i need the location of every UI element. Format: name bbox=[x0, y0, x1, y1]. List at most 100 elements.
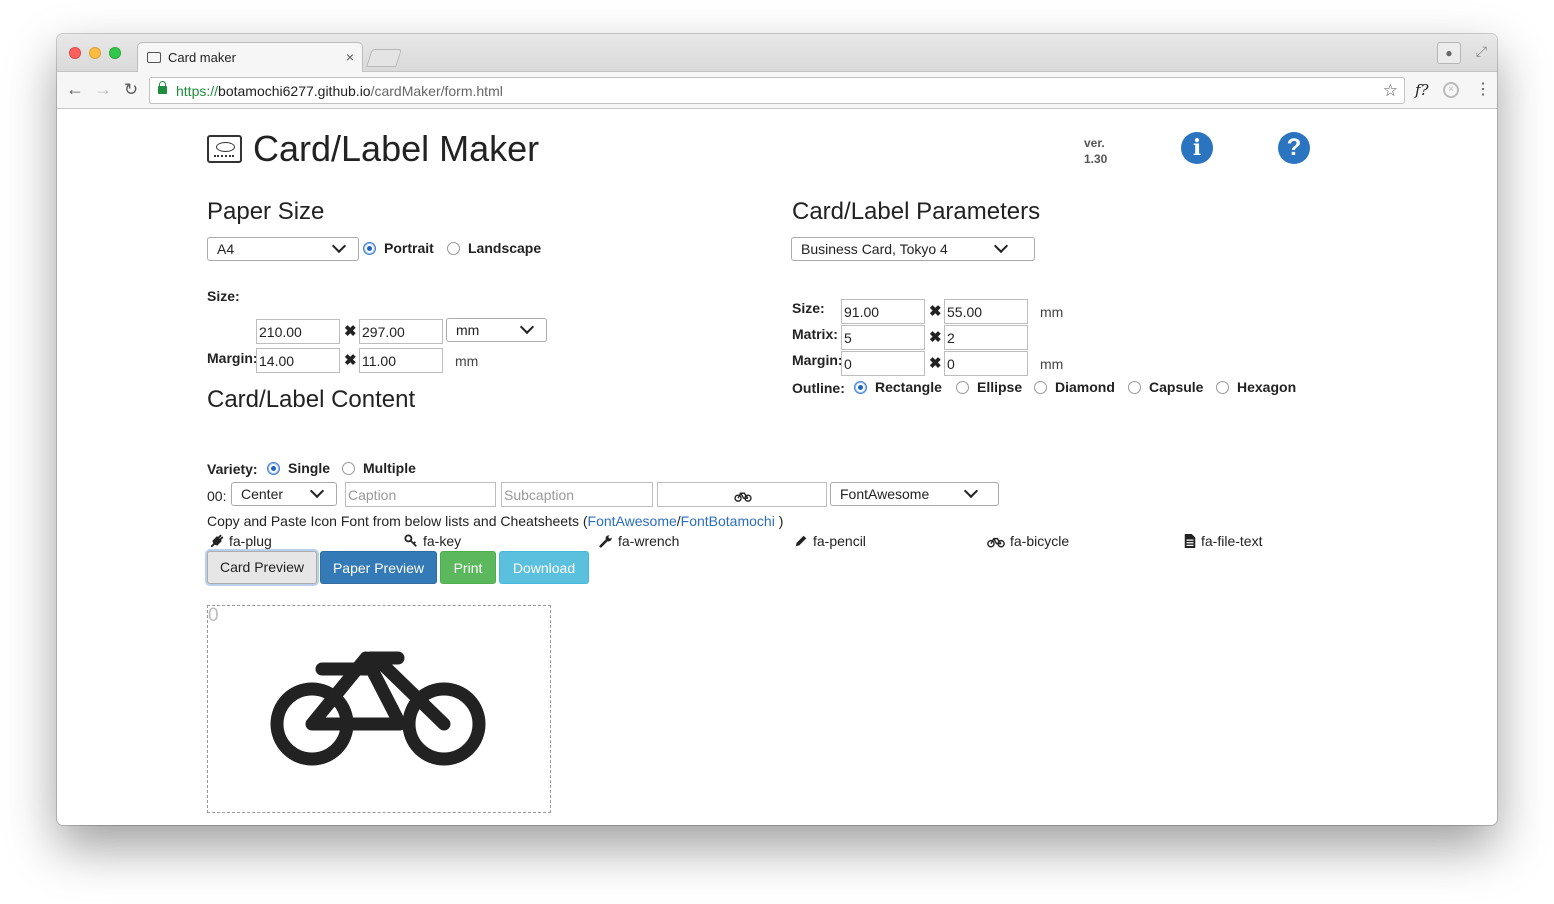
portrait-label: Portrait bbox=[384, 240, 434, 256]
fullscreen-icon[interactable]: ⤢ bbox=[1476, 43, 1487, 60]
variety-single-radio[interactable] bbox=[267, 462, 280, 475]
matrix-x-input[interactable]: 5 bbox=[841, 325, 925, 350]
card-index: 0 bbox=[208, 605, 219, 626]
outline-rectangle-radio[interactable] bbox=[854, 381, 867, 394]
plug-icon bbox=[210, 534, 224, 548]
chevron-down-icon bbox=[331, 238, 347, 254]
chevron-down-icon bbox=[963, 483, 979, 499]
card-margin-y-input[interactable]: 0 bbox=[944, 351, 1028, 376]
outline-rectangle-label: Rectangle bbox=[875, 379, 942, 395]
minimize-window-button[interactable] bbox=[89, 47, 101, 59]
outline-diamond-radio[interactable] bbox=[1034, 381, 1047, 394]
font-value: FontAwesome bbox=[840, 486, 930, 502]
blocked-extension-icon[interactable]: × bbox=[1443, 82, 1459, 98]
icon-label: fa-wrench bbox=[618, 533, 680, 549]
matrix-y-input[interactable]: 2 bbox=[944, 325, 1028, 350]
zoom-window-button[interactable] bbox=[109, 47, 121, 59]
matrix-label: Matrix: bbox=[792, 326, 838, 342]
info-icon[interactable]: i bbox=[1181, 132, 1213, 164]
page-title: Card/Label Maker bbox=[253, 128, 540, 169]
paper-unit-select[interactable]: mm bbox=[446, 318, 547, 342]
icon-label: fa-bicycle bbox=[1010, 533, 1070, 549]
outline-ellipse-label: Ellipse bbox=[977, 379, 1023, 395]
version-label: ver. 1.30 bbox=[1084, 135, 1124, 167]
card-favicon-icon bbox=[147, 52, 161, 63]
bookmark-star-icon[interactable]: ☆ bbox=[1383, 81, 1398, 101]
card-height-input[interactable]: 55.00 bbox=[944, 299, 1028, 324]
icon-list-item-wrench: fa-wrench bbox=[599, 533, 679, 549]
card-width-input[interactable]: 91.00 bbox=[841, 299, 925, 324]
icon-label: fa-pencil bbox=[813, 533, 866, 549]
version-number: 1.30 bbox=[1084, 152, 1108, 166]
card-content-heading: Card/Label Content bbox=[207, 386, 416, 413]
card-preview-button[interactable]: Card Preview bbox=[207, 551, 317, 584]
variety-multiple-radio[interactable] bbox=[342, 462, 355, 475]
profile-icon[interactable]: ● bbox=[1437, 42, 1461, 64]
paper-size-value: A4 bbox=[217, 241, 235, 257]
landscape-radio[interactable] bbox=[447, 242, 460, 255]
new-tab-button[interactable] bbox=[366, 49, 402, 67]
content-row-label: 00: bbox=[207, 488, 227, 504]
fontawesome-link[interactable]: FontAwesome bbox=[588, 513, 677, 529]
tab-card-maker[interactable]: Card maker × bbox=[137, 42, 363, 72]
more-menu-icon[interactable]: ⋮ bbox=[1475, 79, 1491, 99]
url-scheme: https:// bbox=[176, 83, 219, 99]
close-window-button[interactable] bbox=[69, 47, 81, 59]
times-icon: ✖ bbox=[344, 352, 357, 369]
fontbotamochi-link[interactable]: FontBotamochi bbox=[681, 513, 775, 529]
bicycle-icon bbox=[987, 537, 1005, 548]
align-select[interactable]: Center bbox=[231, 482, 337, 506]
portrait-radio[interactable] bbox=[363, 242, 376, 255]
bicycle-icon bbox=[734, 492, 752, 502]
times-icon: ✖ bbox=[929, 329, 942, 346]
wrench-icon bbox=[599, 535, 612, 548]
paper-height-input[interactable]: 297.00 bbox=[359, 319, 443, 344]
outline-hexagon-radio[interactable] bbox=[1216, 381, 1229, 394]
paper-margin-x-input[interactable]: 14.00 bbox=[256, 348, 340, 373]
forward-arrow-icon[interactable]: → bbox=[93, 79, 113, 100]
paper-margin-label: Margin: bbox=[207, 350, 258, 366]
card-margin-x-input[interactable]: 0 bbox=[841, 351, 925, 376]
bicycle-icon bbox=[270, 651, 486, 766]
version-prefix: ver. bbox=[1084, 136, 1105, 150]
help-icon[interactable]: ? bbox=[1278, 132, 1310, 164]
help-text-prefix: Copy and Paste Icon Font from below list… bbox=[207, 513, 588, 529]
subcaption-input[interactable]: Subcaption bbox=[501, 482, 653, 507]
pencil-icon bbox=[795, 535, 807, 547]
paper-size-select[interactable]: A4 bbox=[207, 237, 359, 261]
url-text: https://botamochi6277.github.io/cardMake… bbox=[176, 83, 503, 99]
times-icon: ✖ bbox=[929, 355, 942, 372]
address-bar[interactable]: https://botamochi6277.github.io/cardMake… bbox=[149, 77, 1405, 104]
icon-list-item-plug: fa-plug bbox=[210, 533, 272, 549]
icon-list-item-file-text: fa-file-text bbox=[1184, 533, 1262, 549]
card-preset-select[interactable]: Business Card, Tokyo 4 bbox=[791, 237, 1035, 261]
paper-width-input[interactable]: 210.00 bbox=[256, 319, 340, 344]
help-text-suffix: ) bbox=[774, 513, 784, 529]
outline-capsule-radio[interactable] bbox=[1128, 381, 1141, 394]
outline-label: Outline: bbox=[792, 380, 845, 396]
paper-preview-button[interactable]: Paper Preview bbox=[320, 551, 437, 584]
url-host: botamochi6277.github.io bbox=[218, 83, 371, 99]
paper-margin-y-input[interactable]: 11.00 bbox=[359, 348, 443, 373]
reload-icon[interactable]: ↻ bbox=[121, 80, 141, 100]
paper-size-label: Size: bbox=[207, 288, 240, 304]
icon-list-item-pencil: fa-pencil bbox=[794, 533, 866, 549]
tab-close-icon[interactable]: × bbox=[346, 49, 354, 65]
card-preview: 0 bbox=[207, 605, 551, 813]
tab-bar: Card maker × ● ⤢ bbox=[57, 34, 1497, 72]
browser-toolbar: ← → ↻ https://botamochi6277.github.io/ca… bbox=[57, 72, 1497, 109]
print-button[interactable]: Print bbox=[440, 551, 496, 584]
icon-label: fa-plug bbox=[229, 533, 272, 549]
icon-input[interactable] bbox=[657, 482, 827, 507]
caption-input[interactable]: Caption bbox=[345, 482, 496, 507]
card-size-label: Size: bbox=[792, 300, 825, 316]
card-preset-value: Business Card, Tokyo 4 bbox=[801, 241, 948, 257]
back-arrow-icon[interactable]: ← bbox=[65, 79, 85, 100]
paper-unit-value: mm bbox=[456, 322, 480, 338]
chevron-down-icon bbox=[993, 238, 1009, 254]
outline-ellipse-radio[interactable] bbox=[956, 381, 969, 394]
font-select[interactable]: FontAwesome bbox=[830, 482, 999, 506]
download-button[interactable]: Download bbox=[499, 551, 589, 584]
icon-label: fa-file-text bbox=[1201, 533, 1263, 549]
formula-extension-icon[interactable]: f? bbox=[1415, 81, 1429, 99]
